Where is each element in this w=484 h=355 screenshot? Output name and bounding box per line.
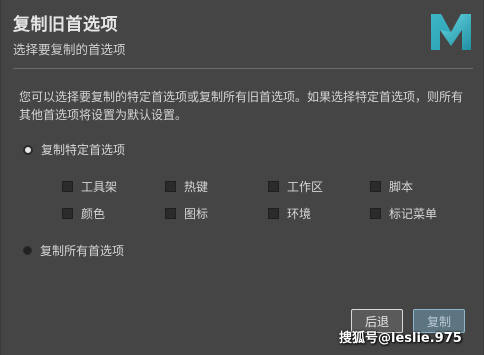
radio-copy-specific-label: 复制特定首选项 (41, 143, 126, 157)
radio-copy-all-label: 复制所有首选项 (40, 244, 125, 258)
checkbox-shelf[interactable]: 工具架 (62, 178, 117, 195)
checkbox-box[interactable] (370, 181, 381, 192)
checkbox-box[interactable] (268, 208, 279, 219)
radio-unchecked-icon[interactable] (23, 246, 32, 255)
radio-copy-all[interactable]: 复制所有首选项 (23, 242, 124, 259)
dialog-subtitle: 选择要复制的首选项 (13, 42, 126, 57)
checkbox-label: 热键 (184, 180, 209, 194)
checkbox-box[interactable] (62, 208, 73, 219)
checkbox-box[interactable] (165, 181, 176, 192)
checkbox-label: 环境 (287, 207, 312, 221)
checkbox-marking-menus[interactable]: 标记菜单 (370, 205, 437, 222)
radio-copy-specific[interactable]: 复制特定首选项 (23, 141, 125, 158)
checkbox-label: 标记菜单 (389, 207, 438, 221)
checkbox-hotkeys[interactable]: 热键 (165, 178, 208, 195)
description-text: 您可以选择要复制的特定首选项或复制所有旧首选项。如果选择特定首选项，则所有其他首… (19, 90, 464, 122)
checkbox-label: 工作区 (287, 180, 324, 194)
watermark-text: 搜狐号@leslie.975 (339, 331, 462, 346)
checkbox-colors[interactable]: 颜色 (62, 205, 105, 222)
checkbox-box[interactable] (165, 208, 176, 219)
checkbox-box[interactable] (370, 208, 381, 219)
checkbox-workspace[interactable]: 工作区 (268, 178, 323, 195)
dialog-title: 复制旧首选项 (13, 15, 118, 35)
checkbox-environment[interactable]: 环境 (268, 205, 311, 222)
checkbox-box[interactable] (62, 181, 73, 192)
maya-logo-icon (431, 14, 471, 50)
checkbox-icons[interactable]: 图标 (165, 205, 208, 222)
checkbox-scripts[interactable]: 脚本 (370, 178, 413, 195)
checkbox-label: 工具架 (81, 180, 118, 194)
copy-preferences-dialog: 复制旧首选项 选择要复制的首选项 您可以选择要复制的特定首选项或复制所有旧首选项… (0, 0, 484, 355)
checkbox-label: 图标 (184, 207, 209, 221)
radio-checked-icon[interactable] (23, 144, 33, 155)
checkbox-label: 颜色 (81, 207, 106, 221)
header-divider (13, 68, 473, 69)
checkbox-box[interactable] (268, 181, 279, 192)
checkbox-label: 脚本 (389, 180, 414, 194)
